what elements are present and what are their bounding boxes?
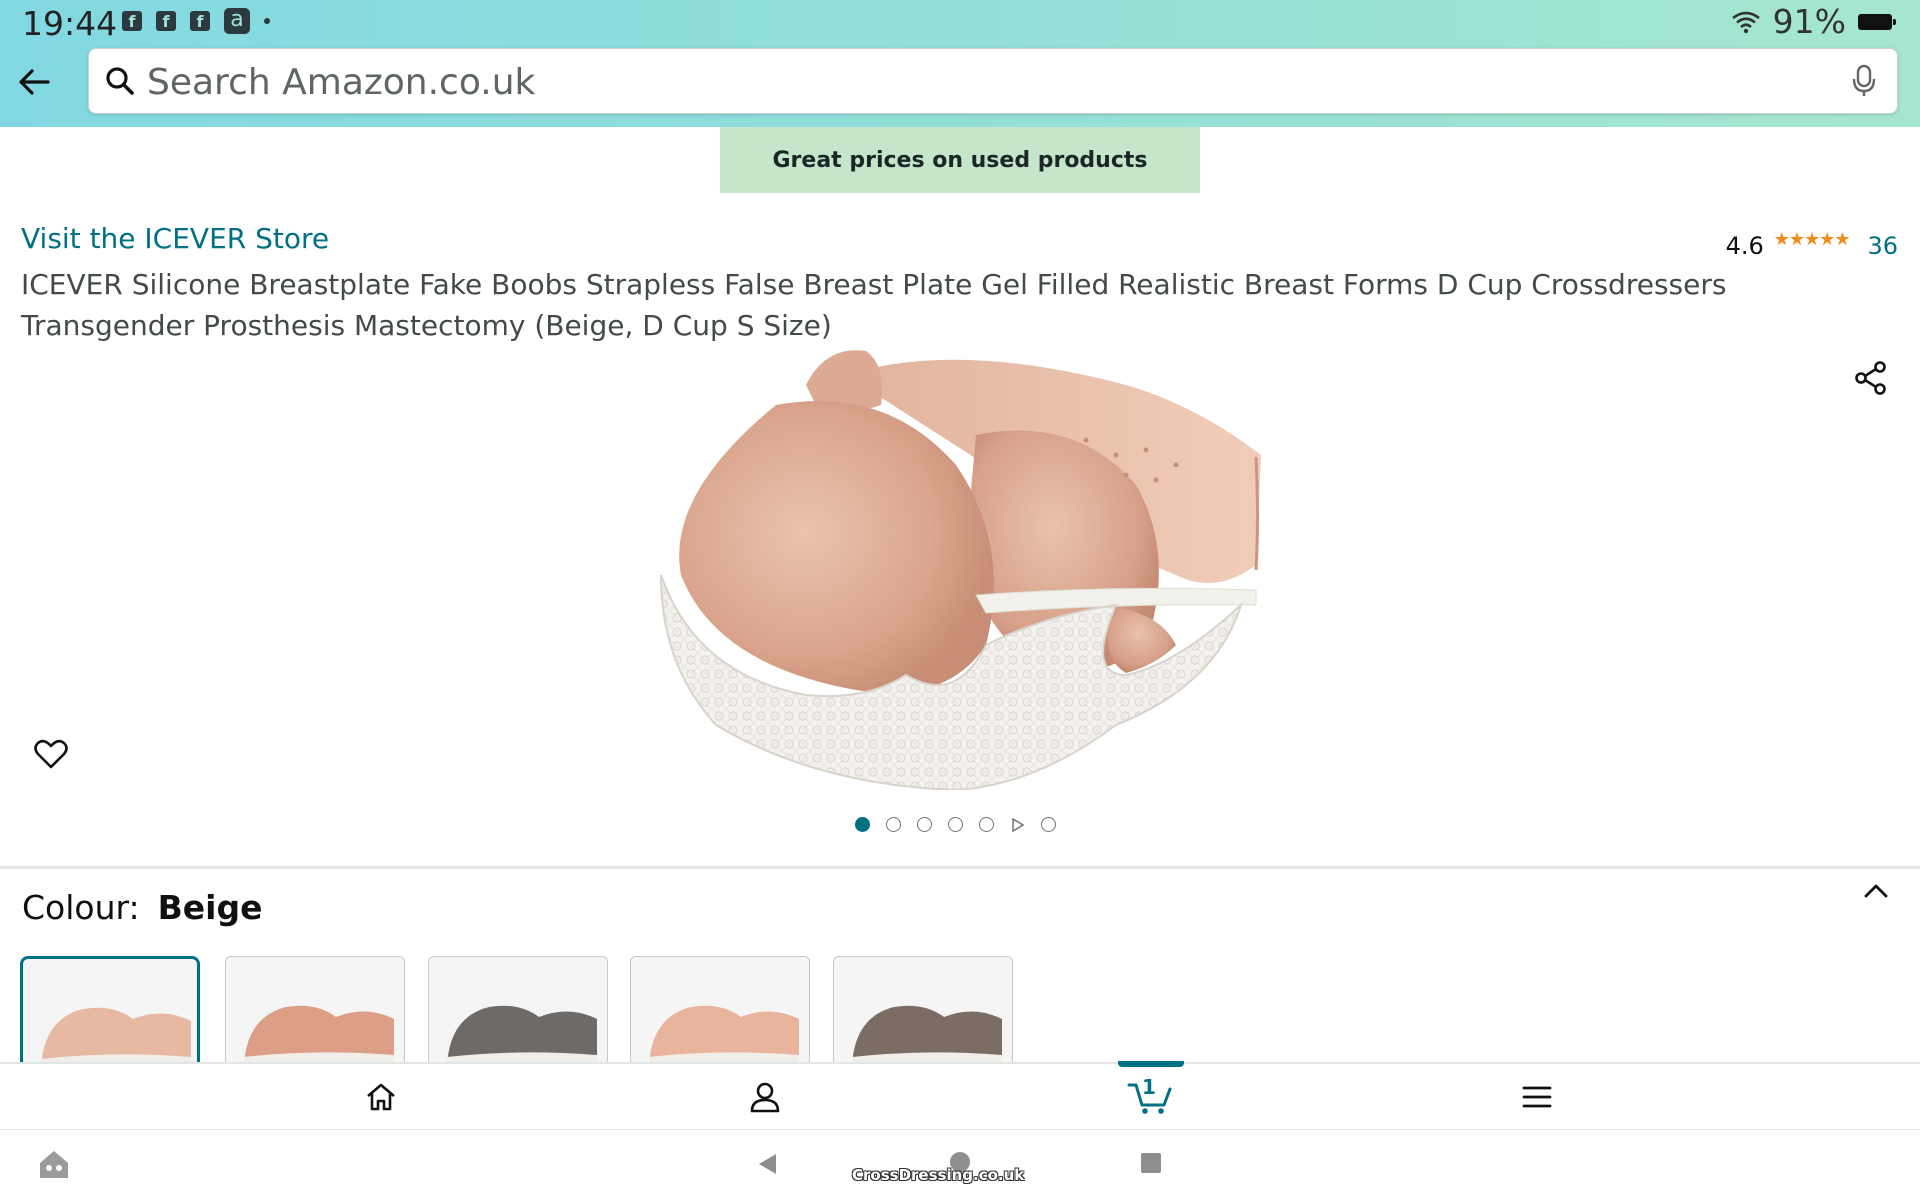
status-right: 91% bbox=[1731, 2, 1896, 41]
colour-swatch[interactable] bbox=[630, 956, 810, 1062]
app-header: 19:44 f f f a 91% bbox=[0, 0, 1920, 127]
star-rating-icon: ★★★★★ bbox=[1773, 228, 1851, 249]
promo-banner[interactable]: Great prices on used products bbox=[720, 127, 1200, 193]
share-button[interactable] bbox=[1854, 360, 1894, 400]
swatch-thumbnail bbox=[852, 1005, 1002, 1062]
heart-icon bbox=[34, 739, 68, 769]
status-time: 19:44 bbox=[22, 4, 118, 43]
collapse-button[interactable] bbox=[1862, 880, 1898, 916]
facebook-icon: f bbox=[190, 11, 210, 31]
account-icon bbox=[750, 1082, 780, 1112]
product-title: ICEVER Silicone Breastplate Fake Boobs S… bbox=[21, 268, 1727, 342]
rating-value: 4.6 bbox=[1725, 232, 1764, 260]
swatch-thumbnail bbox=[244, 1005, 394, 1062]
carousel-dot[interactable] bbox=[948, 817, 963, 832]
rating-summary[interactable]: 4.6 ★★★★★ 36 bbox=[1725, 224, 1898, 261]
carousel-dot[interactable] bbox=[1041, 817, 1056, 832]
battery-icon bbox=[1858, 13, 1896, 30]
colour-label: Colour: bbox=[22, 888, 140, 927]
carousel-dot[interactable] bbox=[855, 817, 870, 832]
wifi-icon bbox=[1731, 11, 1760, 33]
chevron-up-icon bbox=[1864, 884, 1888, 898]
menu-icon bbox=[1522, 1086, 1552, 1107]
back-button[interactable] bbox=[14, 62, 54, 102]
video-play-icon[interactable] bbox=[1010, 817, 1025, 832]
dot-icon bbox=[264, 18, 270, 24]
cart-count: 1 bbox=[1142, 1075, 1156, 1099]
notification-icons: f f f a bbox=[122, 8, 270, 34]
store-link[interactable]: Visit the ICEVER Store bbox=[21, 222, 329, 255]
nav-home[interactable] bbox=[341, 1064, 421, 1129]
facebook-icon: f bbox=[156, 11, 176, 31]
swatch-thumbnail bbox=[41, 1007, 191, 1062]
active-tab-indicator bbox=[1118, 1061, 1184, 1067]
image-carousel-dots[interactable] bbox=[855, 817, 1056, 832]
launcher-icon[interactable] bbox=[37, 1148, 71, 1185]
system-navigation-bar bbox=[0, 1129, 1920, 1200]
review-count[interactable]: 36 bbox=[1867, 232, 1898, 260]
colour-selector-header: Colour: Beige bbox=[22, 888, 262, 927]
colour-swatch[interactable] bbox=[20, 956, 200, 1062]
swatch-thumbnail bbox=[649, 1005, 799, 1062]
section-divider bbox=[0, 866, 1920, 869]
swatch-thumbnail bbox=[447, 1005, 597, 1062]
watermark-text: CrossDressing.co.uk bbox=[852, 1166, 1025, 1184]
colour-selected-value: Beige bbox=[157, 888, 263, 927]
system-recents-button[interactable] bbox=[1140, 1152, 1162, 1179]
carousel-dot[interactable] bbox=[917, 817, 932, 832]
promo-text: Great prices on used products bbox=[772, 147, 1148, 173]
arrow-left-icon bbox=[19, 69, 50, 95]
search-bar[interactable] bbox=[88, 48, 1898, 114]
product-image[interactable] bbox=[656, 345, 1266, 790]
nav-account[interactable] bbox=[725, 1064, 805, 1129]
battery-percent: 91% bbox=[1772, 2, 1846, 41]
amazon-app-icon: a bbox=[224, 8, 250, 34]
colour-swatch[interactable] bbox=[428, 956, 608, 1062]
home-icon bbox=[367, 1083, 395, 1110]
search-icon bbox=[106, 67, 134, 95]
search-input[interactable] bbox=[147, 57, 1787, 107]
bottom-navigation bbox=[0, 1061, 1920, 1129]
carousel-dot[interactable] bbox=[979, 817, 994, 832]
colour-swatch[interactable] bbox=[833, 956, 1013, 1062]
share-icon bbox=[1855, 361, 1886, 395]
facebook-icon: f bbox=[122, 11, 142, 31]
colour-swatch[interactable] bbox=[225, 956, 405, 1062]
wishlist-button[interactable] bbox=[34, 738, 70, 774]
system-back-button[interactable] bbox=[756, 1152, 778, 1181]
carousel-dot[interactable] bbox=[886, 817, 901, 832]
colour-swatches bbox=[20, 952, 1040, 1062]
microphone-icon[interactable] bbox=[1851, 64, 1877, 98]
nav-menu[interactable] bbox=[1497, 1064, 1577, 1129]
